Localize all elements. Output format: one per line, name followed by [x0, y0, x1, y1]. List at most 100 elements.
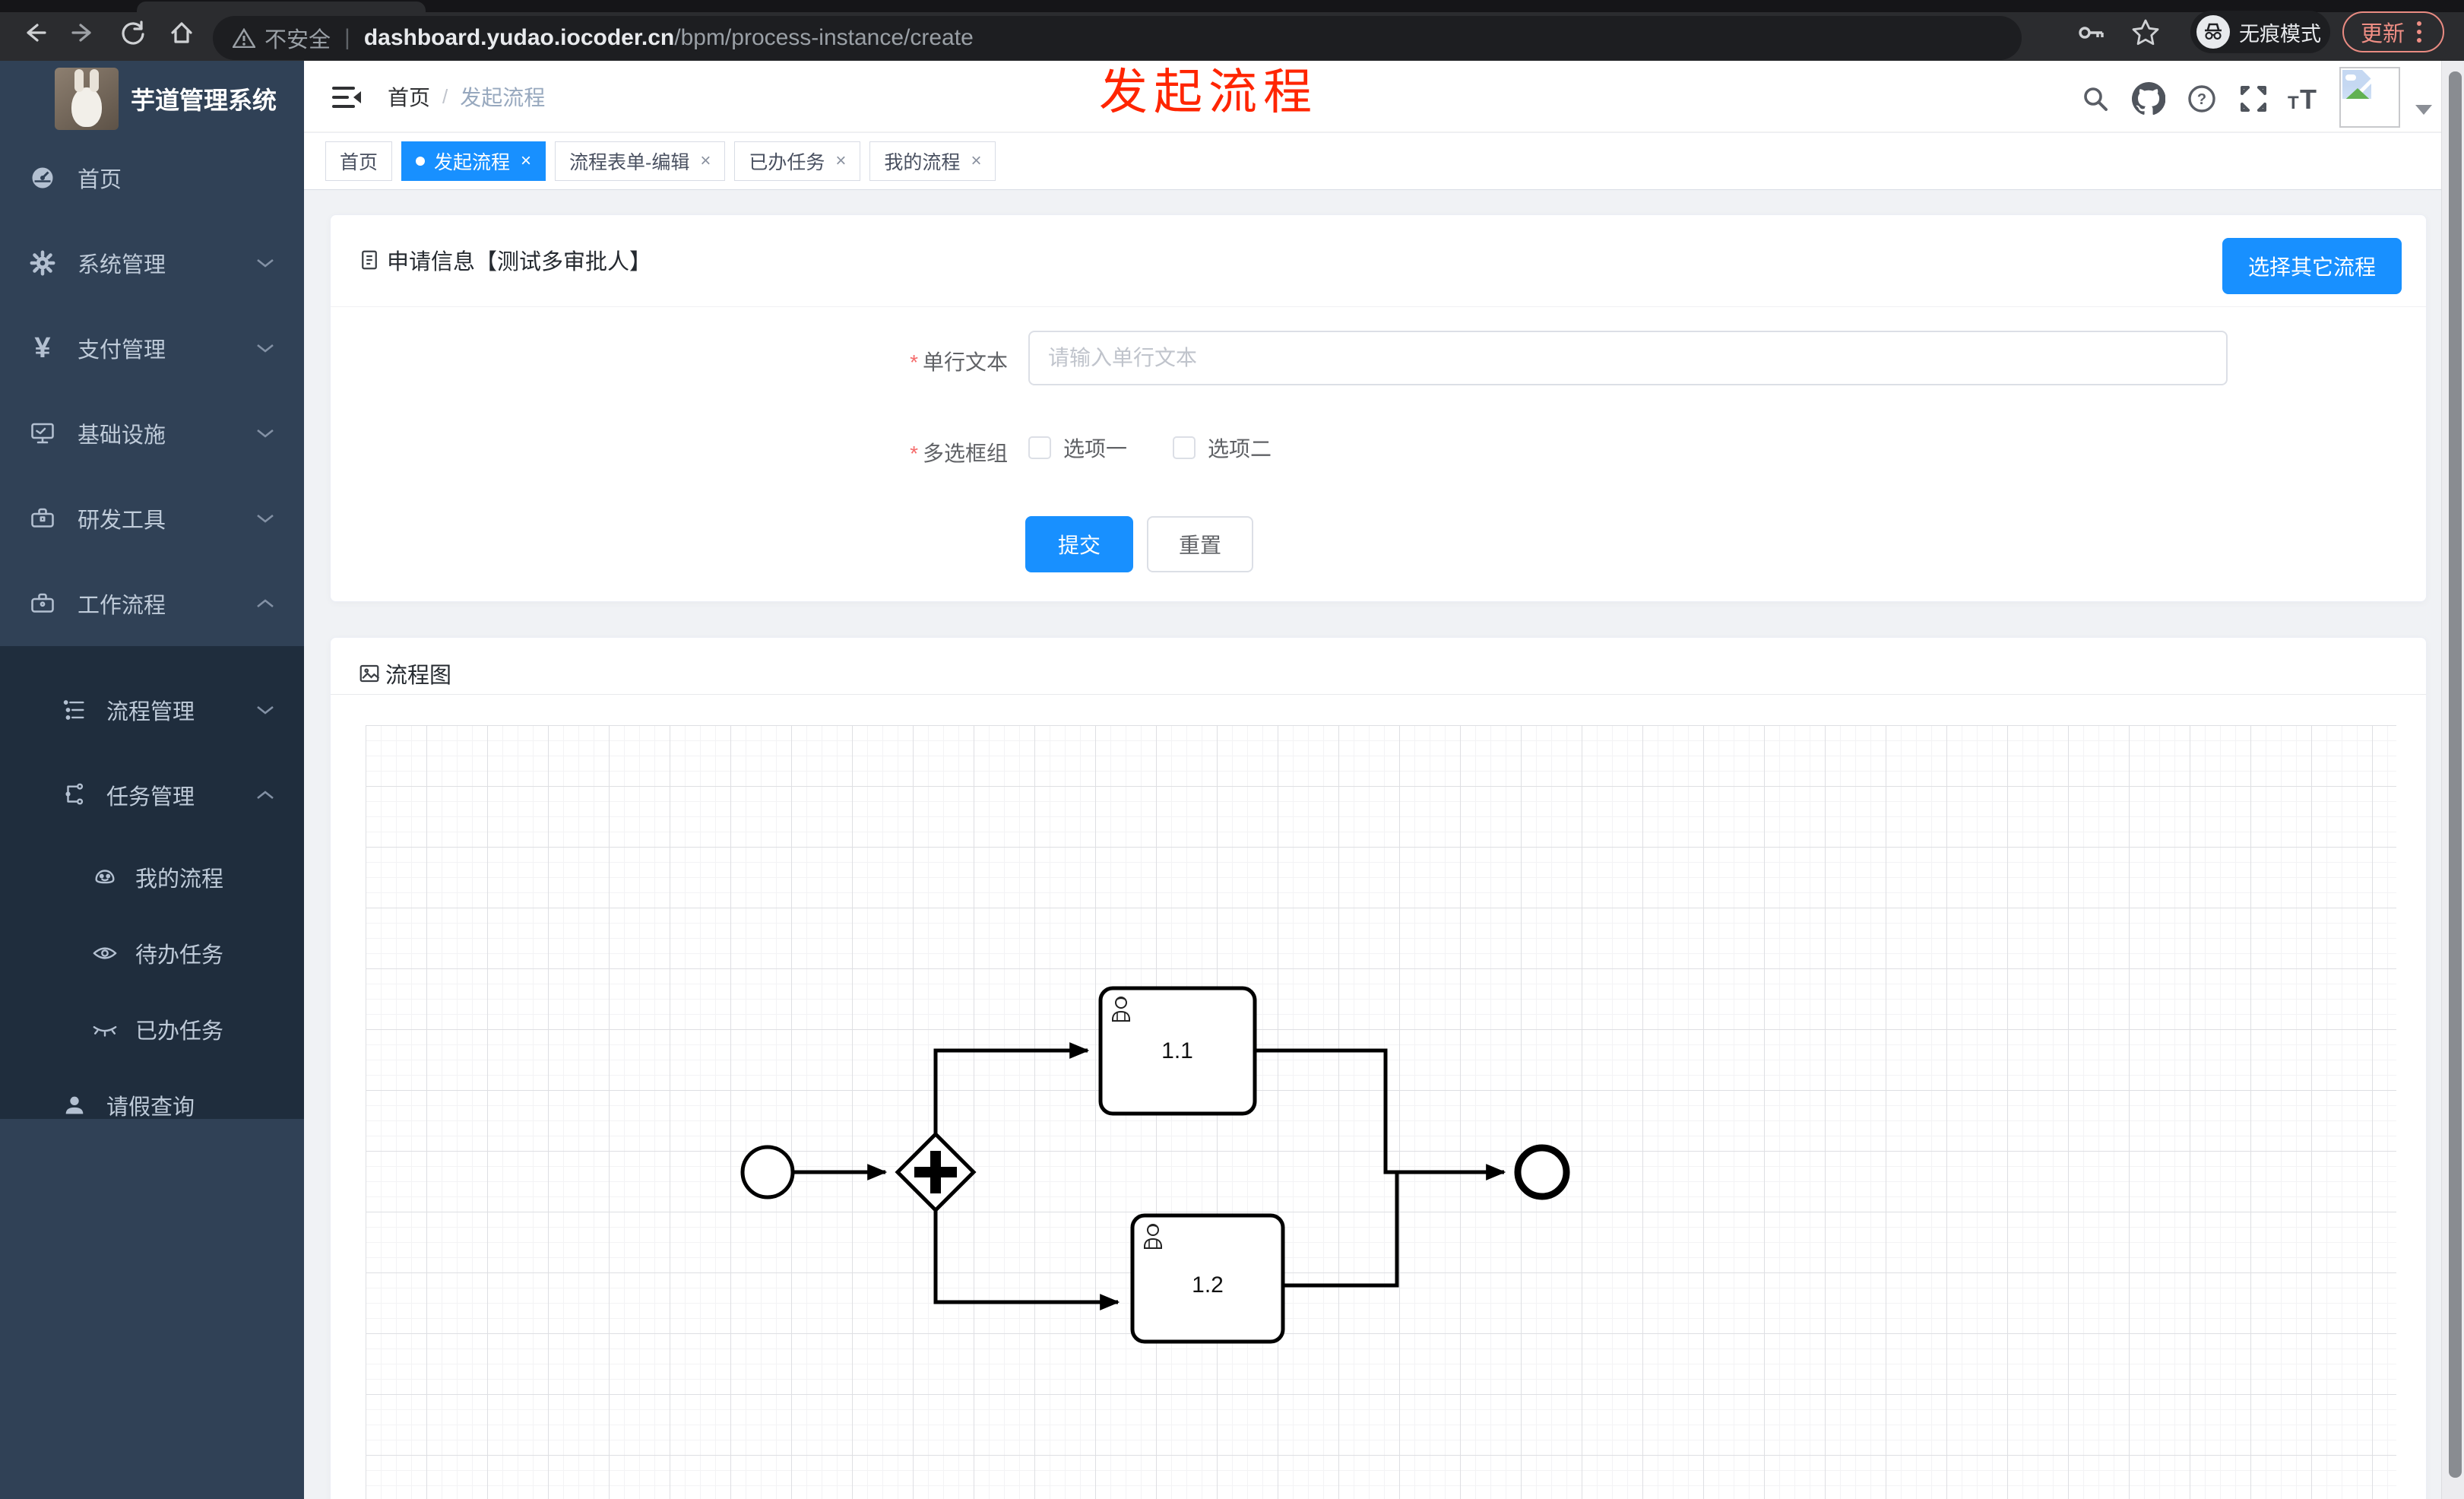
- fold-icon: [332, 87, 361, 108]
- back-button[interactable]: [15, 14, 53, 52]
- sidebar-item-my-process[interactable]: 我的流程: [0, 839, 304, 915]
- close-icon[interactable]: ×: [971, 151, 981, 172]
- sidebar-item-label: 请假查询: [106, 1095, 195, 1120]
- sidebar-fold-button[interactable]: [328, 79, 365, 116]
- bookmark-star-button[interactable]: [2127, 14, 2165, 52]
- browser-tab[interactable]: [137, 2, 426, 12]
- tag-done-tasks[interactable]: 已办任务 ×: [734, 141, 861, 181]
- sidebar-item-payment[interactable]: ¥ 支付管理: [0, 306, 304, 391]
- forward-icon: [71, 24, 91, 42]
- breadcrumb-current: 发起流程: [460, 86, 546, 109]
- sidebar-item-label: 流程管理: [106, 700, 195, 724]
- eye-closed-icon: [91, 1016, 119, 1043]
- sidebar-item-label: 系统管理: [78, 253, 166, 277]
- dashboard-icon: [29, 164, 56, 192]
- window-scrollbar[interactable]: [2441, 61, 2464, 1499]
- task1-label: 1.1: [1161, 1038, 1193, 1063]
- sidebar-item-home[interactable]: 首页: [0, 135, 304, 220]
- chevron-down-icon: [257, 344, 274, 353]
- home-button[interactable]: [163, 14, 201, 52]
- header-fontsize-button[interactable]: TT: [2283, 79, 2323, 119]
- start-event[interactable]: [740, 1145, 795, 1200]
- checkbox-label: 选项一: [1063, 437, 1128, 461]
- password-key-button[interactable]: [2072, 14, 2110, 52]
- font-size-icon: TT: [2288, 84, 2317, 115]
- sidebar-logo[interactable]: 芋道管理系统: [0, 61, 304, 137]
- tag-form-edit[interactable]: 流程表单-编辑 ×: [555, 141, 726, 181]
- security-warning-icon: [233, 28, 255, 48]
- header-fullscreen-button[interactable]: [2234, 79, 2273, 119]
- sidebar-item-done-tasks[interactable]: 已办任务: [0, 991, 304, 1067]
- active-dot: [416, 157, 426, 166]
- card-title: 申请信息【测试多审批人】: [358, 244, 651, 276]
- question-icon: ?: [2188, 85, 2215, 113]
- eye-open-icon: [91, 940, 119, 967]
- back-icon: [27, 24, 46, 42]
- close-icon[interactable]: ×: [700, 151, 711, 172]
- browser-chrome: 不安全 | dashboard.yudao.iocoder.cn/bpm/pro…: [0, 0, 2464, 61]
- single-line-text-input[interactable]: [1028, 331, 2228, 385]
- incognito-label: 无痕模式: [2239, 22, 2321, 46]
- select-other-process-button[interactable]: 选择其它流程: [2222, 238, 2402, 294]
- checkbox-option-2[interactable]: 选项二: [1173, 433, 1272, 463]
- checkbox-group: 选项一 选项二: [1028, 425, 1272, 471]
- sidebar-item-system[interactable]: 系统管理: [0, 220, 304, 306]
- avatar[interactable]: [2339, 67, 2400, 128]
- text-field-label: * 单行文本: [910, 350, 1008, 374]
- task2-label: 1.2: [1192, 1272, 1224, 1298]
- chevron-down-icon: [257, 258, 274, 268]
- tag-label: 流程表单-编辑: [569, 152, 690, 173]
- reset-button[interactable]: 重置: [1147, 516, 1253, 572]
- scrollbar-thumb[interactable]: [2449, 71, 2462, 1478]
- sidebar-item-task-mgmt[interactable]: 任务管理: [0, 753, 304, 838]
- breadcrumb-home[interactable]: 首页: [388, 81, 430, 112]
- close-icon[interactable]: ×: [835, 151, 846, 172]
- yen-icon: ¥: [34, 332, 51, 364]
- sidebar-item-infrastructure[interactable]: 基础设施: [0, 391, 304, 476]
- sidebar-item-devtools[interactable]: 研发工具: [0, 476, 304, 561]
- tag-create-process[interactable]: 发起流程 ×: [401, 141, 546, 181]
- chevron-up-icon: [257, 599, 274, 608]
- chevron-down-icon: [257, 429, 274, 438]
- tag-label: 首页: [340, 152, 378, 173]
- svg-text:T: T: [2288, 93, 2299, 113]
- checkbox-box[interactable]: [1028, 436, 1051, 459]
- update-label: 更新: [2361, 22, 2405, 46]
- checkbox-box[interactable]: [1173, 436, 1196, 459]
- end-event[interactable]: [1514, 1144, 1570, 1200]
- flow-gateway-to-task2: [933, 1210, 1120, 1310]
- picture-icon: [359, 664, 380, 683]
- card-title: 流程图: [358, 658, 451, 689]
- header-github-button[interactable]: [2129, 79, 2168, 119]
- flow-gateway-to-task1: [933, 1042, 1090, 1134]
- tag-bar: 首页 发起流程 × 流程表单-编辑 × 已办任务 × 我的流程 ×: [304, 133, 2464, 190]
- bpmn-canvas[interactable]: 1.1 1.2: [366, 725, 2396, 1499]
- app-header: 首页 / 发起流程 ? TT: [304, 61, 2464, 132]
- submit-button[interactable]: 提交: [1025, 516, 1133, 572]
- process-list-icon: [61, 696, 88, 724]
- checkbox-option-1[interactable]: 选项一: [1028, 433, 1127, 463]
- tag-my-process[interactable]: 我的流程 ×: [869, 141, 996, 181]
- chevron-down-icon: [257, 514, 274, 523]
- close-icon[interactable]: ×: [521, 151, 531, 172]
- sidebar-item-label: 工作流程: [78, 594, 166, 618]
- avatar-caret-icon[interactable]: [2415, 105, 2432, 115]
- svg-text:?: ?: [2197, 91, 2206, 108]
- header-search-button[interactable]: [2076, 79, 2115, 119]
- url-path: /bpm/process-instance/create: [674, 25, 974, 50]
- url-separator: |: [344, 25, 350, 50]
- update-button[interactable]: 更新: [2342, 11, 2444, 52]
- reload-button[interactable]: [114, 14, 152, 52]
- incognito-badge: 无痕模式: [2190, 11, 2330, 53]
- header-help-button[interactable]: ?: [2182, 79, 2222, 119]
- forward-button[interactable]: [65, 14, 103, 52]
- sidebar-item-leave-query[interactable]: 请假查询: [0, 1063, 304, 1148]
- sidebar-item-process-mgmt[interactable]: 流程管理: [0, 667, 304, 753]
- tag-home[interactable]: 首页: [325, 141, 393, 181]
- sidebar-item-todo-tasks[interactable]: 待办任务: [0, 915, 304, 991]
- sidebar-item-workflow[interactable]: 工作流程: [0, 561, 304, 646]
- sidebar-item-label: 任务管理: [106, 785, 195, 810]
- tag-label: 我的流程: [884, 152, 961, 173]
- sidebar-item-label: 研发工具: [78, 509, 166, 533]
- chrome-menu-icon[interactable]: [2417, 21, 2422, 43]
